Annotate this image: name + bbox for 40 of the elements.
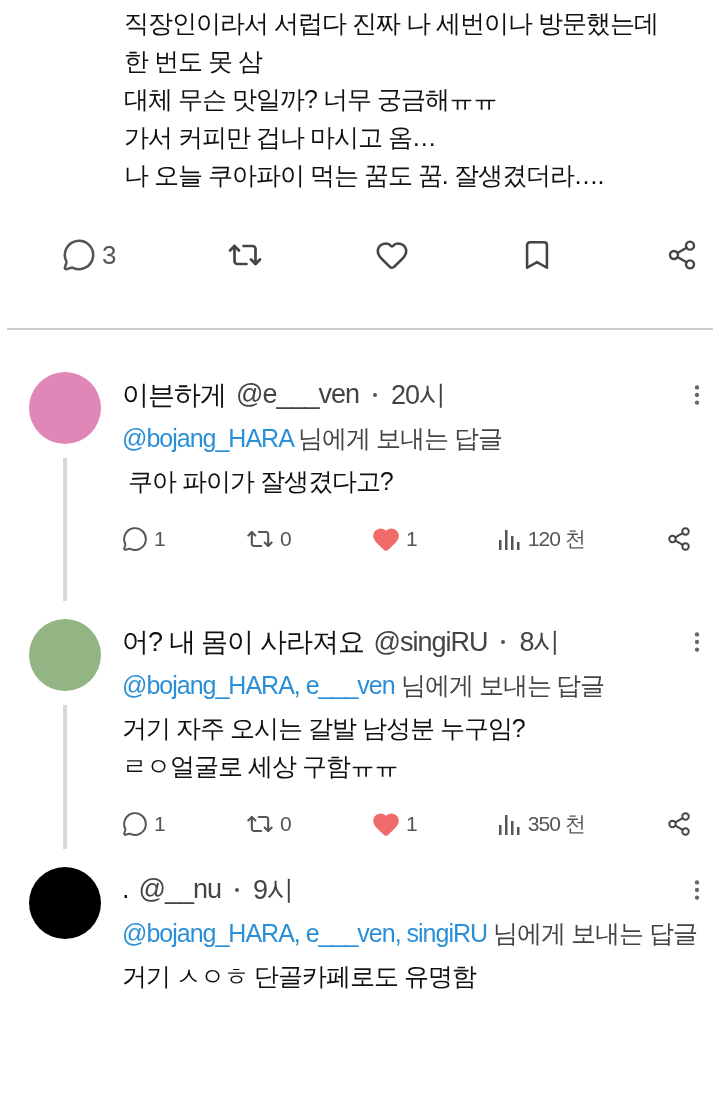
- repost-count: 0: [279, 812, 291, 837]
- reply-count: 3: [102, 239, 116, 271]
- reply-icon[interactable]: [122, 811, 148, 838]
- post-text-line: 직장인이라서 서럽다 진짜 나 세번이나 방문했는데: [124, 8, 659, 39]
- reply-count: 1: [154, 812, 165, 837]
- user-handle: @e___ven: [236, 379, 359, 411]
- user-handle: @__nu: [138, 874, 221, 906]
- views-icon: [497, 813, 522, 836]
- share-icon[interactable]: [666, 811, 692, 838]
- post-text-line: 가서 커피만 겁나 마시고 옴…: [124, 122, 437, 153]
- post-time: 20시: [391, 378, 446, 412]
- reply-text-line: 거기 자주 오시는 갈발 남성분 누구임?: [122, 713, 526, 745]
- post-text-line: 한 번도 못 삼: [124, 46, 264, 77]
- share-icon[interactable]: [666, 525, 692, 552]
- views-icon: [497, 527, 522, 550]
- display-name: 이븐하게: [122, 378, 226, 412]
- reply-text-line: ㄹㅇ얼굴로 세상 구함ㅠㅠ: [122, 751, 399, 783]
- post-text-line: 나 오늘 쿠아파이 먹는 꿈도 꿈. 잘생겼더라….: [124, 160, 605, 191]
- reply-count: 1: [154, 526, 165, 551]
- separator-dot: [501, 640, 506, 645]
- reply-text-line: 거기 ㅅㅇㅎ 단골카페로도 유명함: [122, 960, 478, 992]
- reply-to-text: @bojang_HARA 님에게 보내는 답글: [122, 422, 504, 454]
- user-handle: @singiRU: [373, 626, 488, 658]
- display-name: .: [122, 874, 129, 906]
- like-count: 1: [405, 812, 417, 837]
- display-name: 어? 내 몸이 사라져요: [122, 626, 364, 660]
- like-count: 1: [405, 526, 417, 551]
- reply-icon[interactable]: [122, 525, 148, 552]
- post-time: 9시: [253, 873, 294, 907]
- reply-to-text: @bojang_HARA, e___ven, singiRU 님에게 보내는 답글: [122, 917, 698, 949]
- post-text-line: 대체 무슨 맛일까? 너무 궁금해ㅠㅠ: [124, 84, 498, 115]
- view-count: 120 천: [527, 525, 585, 552]
- separator-dot: [373, 392, 377, 397]
- repost-count: 0: [279, 526, 291, 551]
- reply-icon[interactable]: [62, 238, 96, 273]
- reply-to-text: @bojang_HARA, e___ven 님에게 보내는 답글: [122, 670, 606, 702]
- view-count: 350 천: [527, 811, 585, 838]
- separator-dot: [235, 887, 239, 892]
- reply-text-line: 쿠아 파이가 잘생겼다고?: [126, 465, 394, 497]
- post-time: 8시: [519, 626, 560, 660]
